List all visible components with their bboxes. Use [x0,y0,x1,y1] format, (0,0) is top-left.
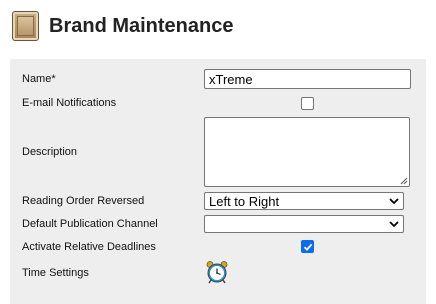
reading-order-select[interactable]: Left to Right [204,192,404,210]
page-header: Brand Maintenance [12,8,233,44]
brand-form-panel: Name* E-mail Notifications Description R… [10,59,426,304]
name-input[interactable] [204,69,411,89]
publication-channel-label: Default Publication Channel [22,218,158,230]
chevron-down-icon [389,198,399,205]
reading-order-row: Reading Order Reversed [22,195,144,207]
page-title: Brand Maintenance [49,14,234,37]
time-settings-label: Time Settings [22,267,89,279]
description-row: Description [22,146,77,158]
checkmark-icon [303,243,312,251]
email-notifications-label: E-mail Notifications [22,97,117,109]
publication-channel-row: Default Publication Channel [22,218,158,230]
email-notifications-row: E-mail Notifications [22,97,116,109]
description-textarea[interactable] [204,117,410,187]
time-settings-row: Time Settings [22,267,89,279]
alarm-clock-icon[interactable] [205,260,229,284]
publication-channel-select[interactable] [204,215,404,233]
name-label: Name* [22,73,56,85]
relative-deadlines-checkbox[interactable] [301,240,314,253]
description-label: Description [22,146,78,158]
brand-box-icon [12,11,39,41]
chevron-down-icon [389,221,399,228]
resize-grip-icon[interactable] [400,177,408,185]
email-notifications-checkbox[interactable] [301,97,314,110]
relative-deadlines-row: Activate Relative Deadlines [22,241,156,253]
reading-order-value: Left to Right [209,193,280,209]
name-row: Name* [22,73,56,85]
relative-deadlines-label: Activate Relative Deadlines [22,241,156,253]
reading-order-label: Reading Order Reversed [22,195,145,207]
